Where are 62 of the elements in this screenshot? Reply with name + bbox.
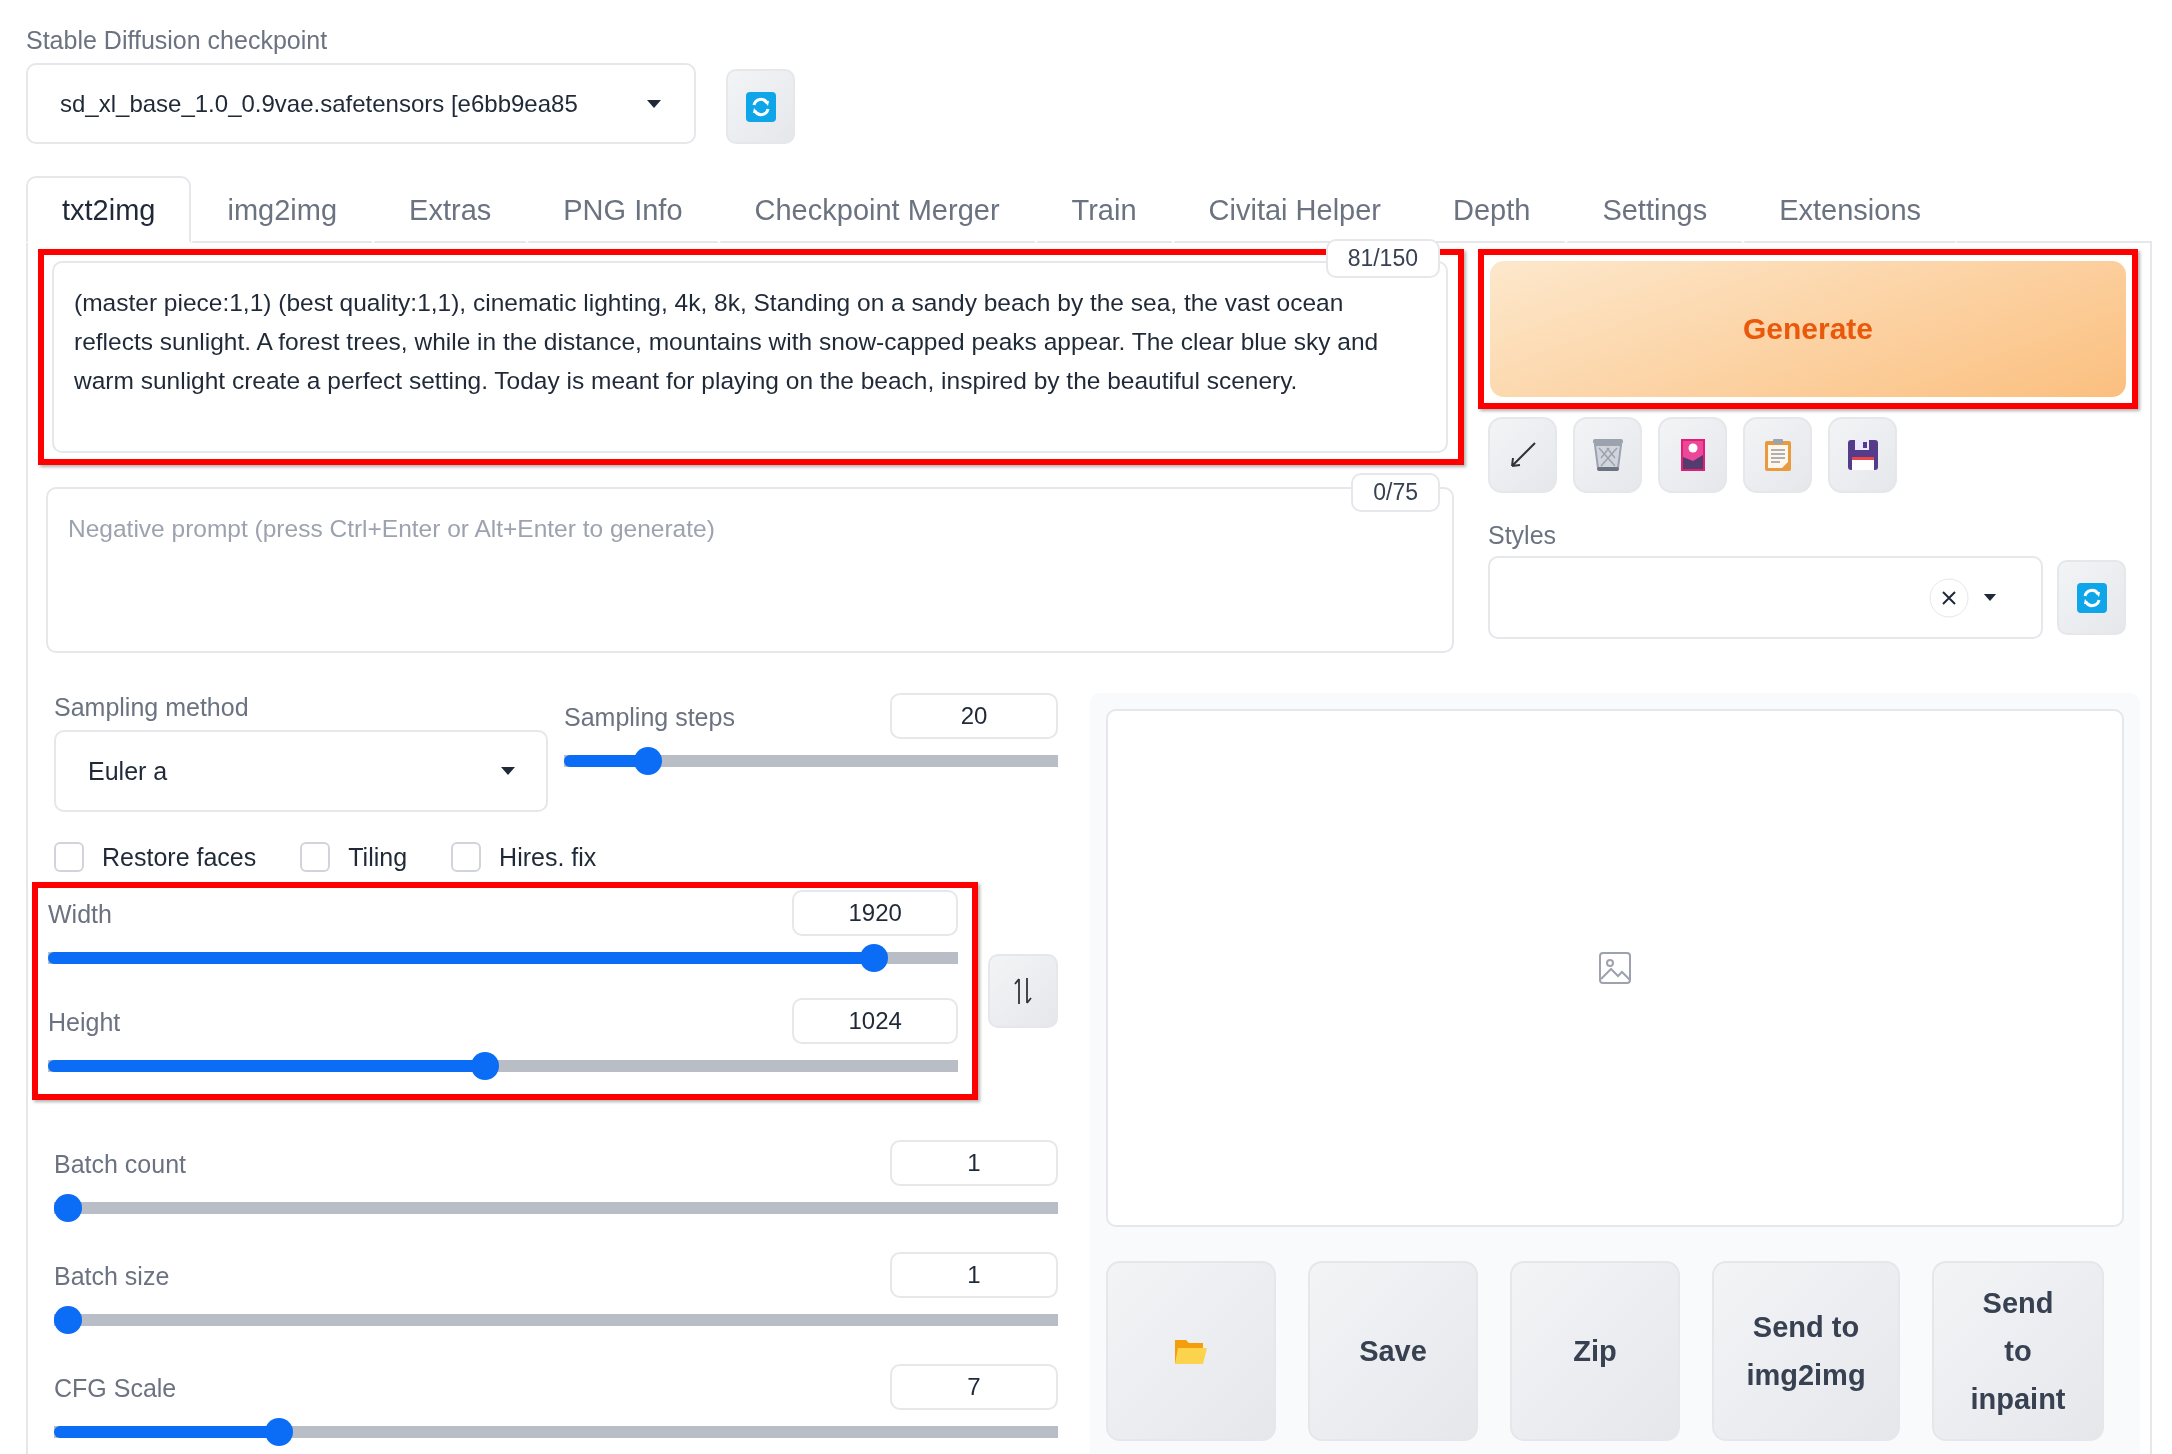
number-field[interactable]: 1920	[792, 890, 959, 936]
output-button[interactable]: Send to img2img	[1712, 1261, 1900, 1441]
tab[interactable]: PNG Info	[527, 176, 719, 243]
styles-label: Styles	[1488, 521, 1558, 550]
floppy-disk-button[interactable]	[1828, 417, 1897, 493]
picture-card-button[interactable]	[1658, 417, 1727, 493]
folder-icon	[1174, 1337, 1208, 1365]
slider-thumb[interactable]	[471, 1052, 500, 1080]
slider-label: Width	[48, 900, 112, 929]
tab[interactable]: Train	[1035, 176, 1173, 243]
slider-thumb[interactable]	[54, 1194, 82, 1222]
checkpoint-label: Stable Diffusion checkpoint	[26, 26, 329, 55]
clear-icon	[1929, 577, 1969, 618]
clipboard-icon	[1763, 438, 1792, 472]
sampling-method-label: Sampling method	[54, 693, 250, 722]
number-field[interactable]: 1	[890, 1252, 1058, 1298]
token-counter: 81/150	[1325, 239, 1440, 278]
refresh-button[interactable]	[2057, 560, 2126, 635]
number-field[interactable]: 7	[890, 1364, 1058, 1410]
trash-icon	[1591, 438, 1624, 472]
trash-button[interactable]	[1573, 417, 1642, 493]
token-counter: 0/75	[1351, 473, 1440, 512]
checkpoint-dropdown[interactable]: sd_xl_base_1.0_0.9vae.safetensors [e6bb9ea85	[26, 63, 696, 144]
refresh-icon	[2076, 582, 2107, 613]
tab[interactable]: Extensions	[1743, 176, 1958, 243]
tab[interactable]: img2img	[191, 176, 374, 243]
caret-icon	[1983, 593, 1997, 602]
slider-label: Height	[48, 1008, 121, 1037]
number-field[interactable]: 20	[890, 693, 1058, 739]
output-button[interactable]: Send to inpaint	[1932, 1261, 2104, 1441]
checkbox-label: Tiling	[348, 842, 408, 872]
tab[interactable]: Extras	[373, 176, 528, 243]
swap-button[interactable]	[988, 954, 1058, 1028]
slider-label: CFG Scale	[54, 1374, 177, 1403]
tab[interactable]: Checkpoint Merger	[718, 176, 1036, 243]
swap-arrows-icon	[1013, 976, 1034, 1006]
checkbox-label: Hires. fix	[499, 842, 597, 872]
slider-thumb[interactable]	[264, 1418, 293, 1446]
image-placeholder-icon	[1598, 951, 1632, 985]
slider-thumb[interactable]	[54, 1306, 82, 1334]
output-button[interactable]: Zip	[1510, 1261, 1680, 1441]
clipboard-button[interactable]	[1743, 417, 1812, 493]
number-field[interactable]: 1	[890, 1140, 1058, 1186]
checkbox-label: Restore faces	[102, 842, 257, 872]
checkbox[interactable]	[300, 842, 331, 872]
picture-card-icon	[1679, 438, 1706, 472]
tab[interactable]: Settings	[1566, 176, 1744, 243]
slider-thumb[interactable]	[859, 944, 888, 972]
output-button[interactable]: Save	[1308, 1261, 1478, 1441]
caret-icon	[500, 766, 516, 776]
slider-label: Sampling steps	[564, 703, 735, 732]
checkbox[interactable]	[451, 842, 482, 872]
slider-label: Batch size	[54, 1262, 170, 1291]
tab[interactable]: txt2img	[26, 176, 192, 243]
slider-thumb[interactable]	[633, 747, 662, 775]
caret-icon	[646, 98, 662, 109]
refresh-icon	[745, 91, 776, 122]
number-field[interactable]: 1024	[792, 998, 959, 1044]
slider-label: Batch count	[54, 1150, 187, 1179]
refresh-button[interactable]	[726, 69, 795, 144]
checkbox[interactable]	[54, 842, 84, 872]
sampling-method-dropdown[interactable]: Euler a	[54, 730, 548, 812]
